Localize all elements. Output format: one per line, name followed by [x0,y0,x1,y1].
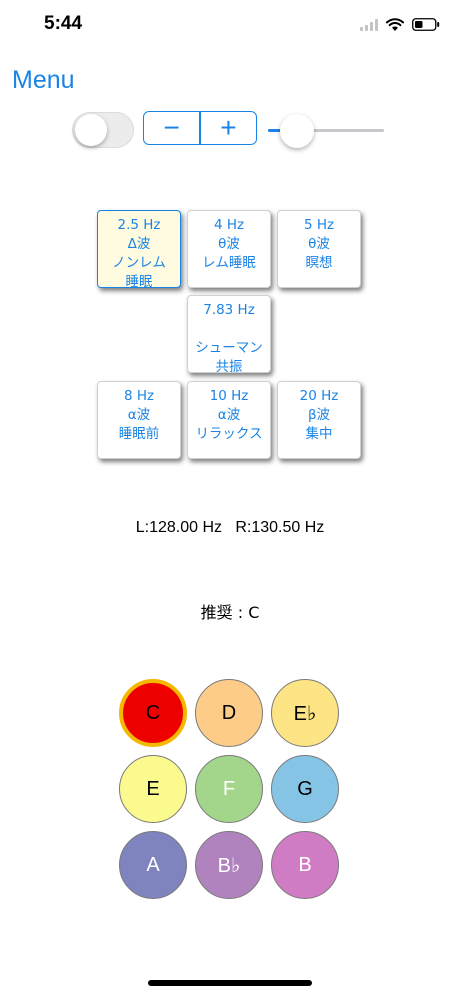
freq-hz-label: 5 Hz [303,217,335,233]
status-bar: 5:44 [0,0,460,50]
freq-hz-label: 2.5 Hz [117,217,161,233]
note-button-b-flat[interactable]: B♭ [195,831,263,899]
freq-hz-label: 4 Hz [213,217,245,233]
freq-wave-label: α波 [217,407,241,423]
note-label: E [146,777,160,800]
note-label: C [145,701,161,724]
freq-desc-label: 集中 [305,426,333,442]
note-button-b[interactable]: B [271,831,339,899]
note-button-a[interactable]: A [119,831,187,899]
status-icons [360,18,440,31]
freq-desc-label: 瞑想 [305,255,333,271]
freq-desc-label: 睡眠前 [118,426,160,442]
home-indicator[interactable] [148,980,312,986]
freq-wave-label: θ波 [218,236,240,252]
toggle-knob [75,114,107,146]
note-label: B [298,853,312,876]
note-button-e[interactable]: E [119,755,187,823]
note-label: B♭ [217,854,241,877]
menu-button[interactable]: Menu [12,66,75,95]
stepper: − + [143,111,257,145]
cellular-signal-icon [360,18,378,31]
freq-desc-label: シューマン [195,340,263,356]
freq-hz-label: 10 Hz [209,388,249,404]
slider-thumb[interactable] [280,114,314,148]
battery-icon [412,18,440,31]
freq-button-2-5hz[interactable]: 2.5 Hz Δ波 ノンレム 睡眠 [97,210,181,290]
note-label: F [222,777,236,800]
freq-wave-label: θ波 [308,236,330,252]
note-label: D [221,701,237,724]
stepper-decrement-button[interactable]: − [144,112,199,144]
note-button-c[interactable]: C [119,679,187,747]
note-button-d[interactable]: D [195,679,263,747]
toggle-switch[interactable] [72,112,134,148]
freq-hz-label: 7.83 Hz [203,302,255,318]
recommendation-label: 推奨 : C [200,603,260,622]
freq-wave-label: α波 [127,407,151,423]
note-button-e-flat[interactable]: E♭ [271,679,339,747]
freq-hz-label: 20 Hz [299,388,339,404]
freq-button-20hz[interactable]: 20 Hz β波 集中 [277,381,361,459]
freq-button-4hz[interactable]: 4 Hz θ波 レム睡眠 [187,210,271,288]
freq-wave-label: β波 [307,407,331,423]
note-button-g[interactable]: G [271,755,339,823]
freq-desc-label-2: 共振 [215,359,243,375]
note-button-f[interactable]: F [195,755,263,823]
freq-button-5hz[interactable]: 5 Hz θ波 瞑想 [277,210,361,288]
freq-desc-label: レム睡眠 [202,255,256,271]
freq-button-7-83hz[interactable]: 7.83 Hz シューマン 共振 [187,295,271,375]
frequency-readout: L:128.00 Hz R:130.50 Hz [135,519,325,536]
freq-button-8hz[interactable]: 8 Hz α波 睡眠前 [97,381,181,459]
wifi-icon [386,18,404,31]
freq-desc-label: ノンレム [112,255,166,271]
freq-button-10hz[interactable]: 10 Hz α波 リラックス [187,381,271,459]
note-label: E♭ [293,702,317,725]
note-label: G [297,777,313,800]
status-time: 5:44 [44,13,83,34]
freq-wave-label: Δ波 [127,236,151,252]
stepper-increment-button[interactable]: + [201,112,256,144]
freq-desc-label: リラックス [195,426,263,442]
freq-hz-label: 8 Hz [123,388,155,404]
note-label: A [146,853,160,876]
freq-desc-label-2: 睡眠 [125,274,153,290]
